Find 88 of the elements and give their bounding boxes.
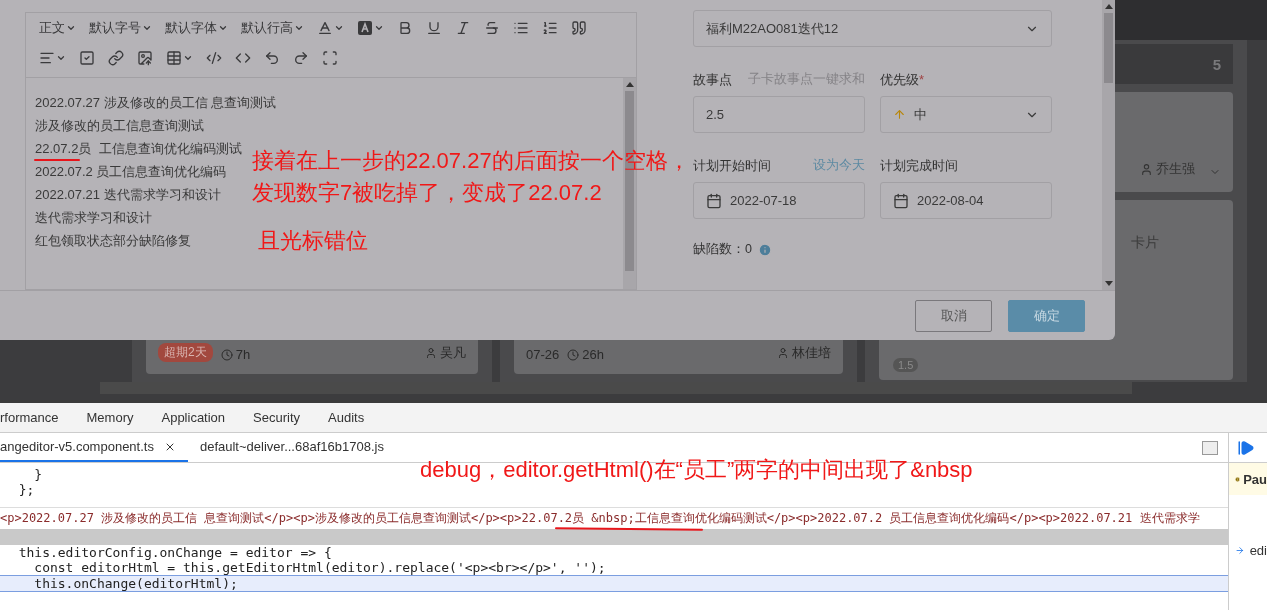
code-icon: [235, 50, 251, 66]
checkbox-icon: [79, 50, 95, 66]
fullscreen-icon: [322, 50, 338, 66]
toolbar-dropdown[interactable]: 默认字号: [84, 15, 157, 41]
user-icon: [1140, 162, 1153, 176]
caret-icon: [66, 23, 76, 33]
editor-line: 红包领取状态部分缺陷修复: [35, 232, 191, 250]
bullet-list-icon: [513, 20, 529, 36]
caret-icon: [183, 53, 193, 63]
code-line: };: [17, 482, 35, 497]
undo-icon: [264, 50, 280, 66]
highlight-icon: [357, 20, 373, 36]
iteration-select[interactable]: 福利M22AO081迭代12: [693, 10, 1052, 47]
file-tab[interactable]: default~deliver...68af16b1708.js: [199, 433, 396, 462]
caret-icon: [334, 23, 344, 33]
priority-select[interactable]: 中: [880, 96, 1052, 133]
image-upload-icon: [137, 50, 153, 66]
annotation-text: 发现数字7被吃掉了，变成了22.07.2: [252, 179, 602, 207]
editor-line: 2022.07.2 员工信息查询优化编码: [35, 163, 227, 181]
date-field[interactable]: 2022-07-18: [693, 182, 865, 219]
annotation-text: debug，editor.getHtml()在“员工”两字的中间出现了&nbsp: [420, 456, 973, 484]
strikethrough-icon: [484, 20, 500, 36]
cancel-button[interactable]: 取消: [915, 299, 992, 332]
panel-tab[interactable]: Security: [242, 410, 312, 425]
form-scrollbar[interactable]: [1102, 0, 1115, 290]
hours-text: 7h: [235, 347, 251, 362]
editor-line: 2022.07.21 迭代需求学习和设计: [35, 186, 221, 204]
user-icon: [425, 347, 437, 359]
calendar-icon: [893, 192, 909, 209]
field-label: 计划开始时间: [693, 156, 771, 175]
arrow-up-icon: [893, 108, 906, 121]
user-icon: [777, 347, 789, 359]
file-tab[interactable]: angeditor-v5.component.ts: [0, 433, 188, 462]
hours-text: 26h: [582, 347, 604, 362]
caret-icon: [294, 23, 304, 33]
clock-icon: [567, 348, 580, 361]
code-block-icon: [206, 50, 222, 66]
field-label: 优先级*: [880, 70, 925, 89]
overdue-badge: 超期2天: [158, 343, 213, 362]
quote-icon: [571, 20, 587, 36]
arrow-icon: [1235, 545, 1245, 556]
editor-line: 涉及修改的员工信息查询测试: [35, 117, 204, 135]
italic-icon: [455, 20, 471, 36]
clock-icon: [220, 348, 233, 361]
panel-tab[interactable]: rformance: [0, 410, 70, 425]
date-field[interactable]: 2022-08-04: [880, 182, 1052, 219]
scope-text: edi: [1249, 543, 1267, 558]
caret-icon: [218, 23, 228, 33]
code-line: }: [33, 467, 43, 482]
table-icon: [166, 50, 182, 66]
bold-icon: [397, 20, 413, 36]
resume-icon[interactable]: [1237, 438, 1255, 457]
link-icon: [108, 50, 124, 66]
date-text: 07-26: [526, 347, 560, 362]
caret-icon: [374, 23, 384, 33]
font-color-icon: [317, 20, 333, 36]
panel-tab[interactable]: Application: [150, 410, 237, 425]
toolbar-dropdown[interactable]: 默认行高: [236, 15, 309, 41]
numbered-list-icon: [542, 20, 558, 36]
story-points-input[interactable]: 2.5: [693, 96, 865, 133]
info-icon: [757, 242, 772, 257]
value-tooltip: <p>2022.07.27 涉及修改的员工信 息查询测试</p><p>涉及修改的员工信息查询测试</p><p>22.07.2员 &nbsp;工信息查询优化编码测试</p><p>2022.07.2 员工信息查询优化编码</p><p>2022.07.21 迭代需求学: [0, 507, 1228, 529]
panel-tab[interactable]: Audits: [317, 410, 376, 425]
calendar-icon: [706, 192, 722, 209]
field-label: 计划完成时间: [880, 156, 958, 175]
underline-icon: [426, 20, 442, 36]
sidebar-toggle-icon[interactable]: [1202, 440, 1218, 455]
annotation-text: 接着在上一步的22.07.27的后面按一个空格，: [252, 147, 690, 175]
editor-line: 2022.07.27 涉及修改的员工信 息查询测试: [35, 94, 277, 112]
annotation-text: 且光标错位: [258, 227, 368, 255]
panel-tab[interactable]: Memory: [75, 410, 145, 425]
caret-icon: [56, 53, 66, 63]
align-icon: [39, 50, 55, 66]
defect-count: 缺陷数：0: [693, 241, 752, 258]
card-count: 5: [1212, 55, 1221, 73]
assignee-name: 林佳培: [792, 344, 831, 362]
code-line: const editorHtml = this.getEditorHtml(editor).replace('<p><br></p>', '');: [33, 560, 607, 575]
scope-item[interactable]: edi: [1229, 543, 1267, 558]
toolbar-dropdown[interactable]: 正文: [34, 15, 81, 41]
caret-icon: [142, 23, 152, 33]
code-line: this.editorConfig.onChange = editor => {: [17, 545, 333, 560]
paused-text: Pau: [1243, 471, 1267, 487]
redo-icon: [293, 50, 309, 66]
assignee-name: 吴凡: [440, 344, 466, 362]
editor-line: 迭代需求学习和设计: [35, 209, 152, 227]
editor-line: 22.07.2员 工信息查询优化编码测试: [35, 140, 242, 158]
field-label: 故事点: [693, 70, 732, 89]
toolbar-dropdown[interactable]: 默认字体: [160, 15, 233, 41]
